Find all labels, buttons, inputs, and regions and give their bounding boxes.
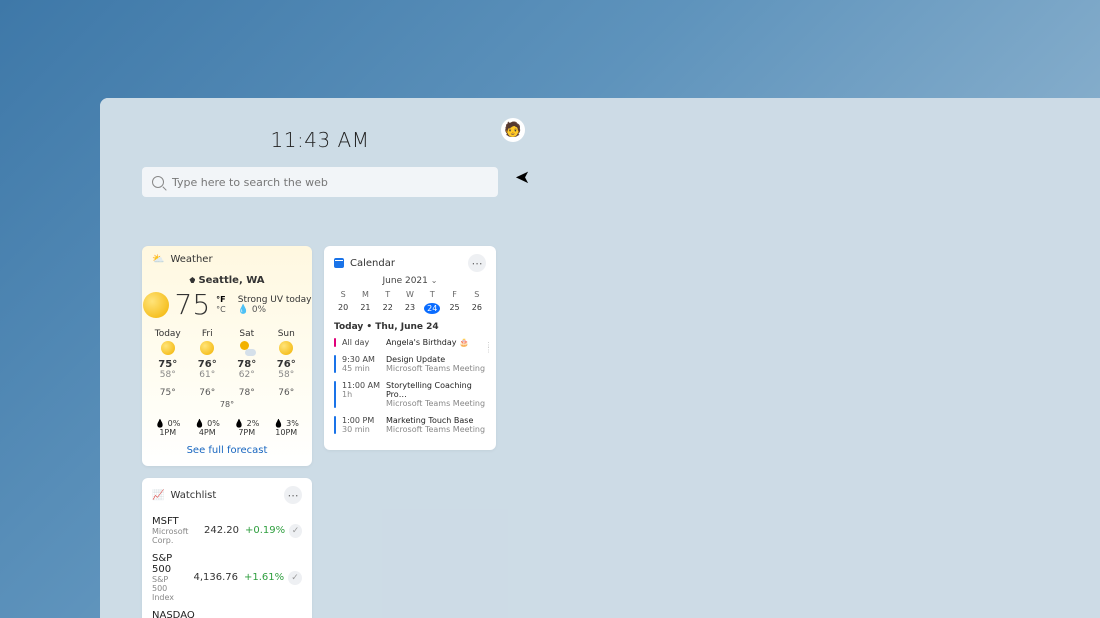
calendar-event[interactable]: 9:30 AM45 minDesign UpdateMicrosoft Team… (324, 353, 496, 379)
calendar-day[interactable]: 22 (380, 303, 396, 314)
search-icon (152, 176, 164, 188)
forecast-day[interactable]: Sun76°58° (269, 329, 303, 380)
weekday-label: W (402, 290, 418, 299)
calendar-day[interactable]: 24 (424, 303, 440, 314)
hourly-temp: 76° (271, 388, 301, 398)
sunny-icon (279, 341, 293, 355)
weather-widget[interactable]: ⛅ Weather Seattle, WA 75 °F °C Strong UV… (142, 246, 312, 466)
unit-f[interactable]: °F (216, 295, 226, 305)
calendar-event[interactable]: 1:00 PM30 minMarketing Touch BaseMicroso… (324, 414, 496, 440)
calendar-day[interactable]: 21 (357, 303, 373, 314)
unit-c[interactable]: °C (216, 305, 226, 315)
calendar-day[interactable]: 23 (402, 303, 418, 314)
weekday-label: S (469, 290, 485, 299)
location-pin-icon (189, 277, 195, 283)
widgets-panel: 🧑 11:43 AM Type here to search the web ⛅… (100, 98, 540, 618)
hourly-temp: 76° (192, 388, 222, 398)
uv-info: Strong UV today 💧 0% (238, 295, 312, 315)
watchlist-icon: 📈 (152, 490, 164, 501)
weather-title: Weather (170, 254, 212, 265)
see-full-forecast-link[interactable]: See full forecast (142, 445, 312, 456)
calendar-month-picker[interactable]: June 2021 ⌄ (324, 276, 496, 290)
calendar-title: Calendar (350, 258, 395, 269)
precip-cell: 3%10PM (274, 419, 299, 437)
precip-cell: 0%4PM (195, 419, 220, 437)
weather-current: 75 °F °C Strong UV today 💧 0% (142, 288, 312, 321)
weekday-label: T (424, 290, 440, 299)
forecast-day[interactable]: Today75°58° (151, 329, 185, 380)
calendar-event[interactable]: All dayAngela's Birthday 🎂 (324, 336, 496, 353)
calendar-resize-handle[interactable]: ⋮⋮ (485, 343, 492, 353)
panel-clock: 11:43 AM (100, 128, 540, 152)
weather-icon: ⛅ (152, 254, 164, 265)
weekday-label: S (335, 290, 351, 299)
watchlist-title: Watchlist (170, 490, 216, 501)
mouse-cursor: ➤ (515, 167, 530, 188)
precip-cell: 2%7PM (234, 419, 259, 437)
hourly-temp: 75° (153, 388, 183, 398)
weekday-label: F (447, 290, 463, 299)
current-temp: 75 (175, 288, 211, 321)
chevron-down-icon: ⌄ (431, 276, 438, 285)
calendar-day[interactable]: 26 (469, 303, 485, 314)
forecast-day[interactable]: Sat78°62° (230, 329, 264, 380)
search-box[interactable]: Type here to search the web (142, 167, 498, 197)
weekday-label: M (357, 290, 373, 299)
forecast-day[interactable]: Fri76°61° (190, 329, 224, 380)
calendar-widget[interactable]: Calendar ⋯ June 2021 ⌄ SMTWTFS 202122232… (324, 246, 496, 450)
pin-icon[interactable]: ✓ (288, 571, 302, 585)
hourly-temp: 78° (232, 388, 262, 398)
calendar-more-button[interactable]: ⋯ (468, 254, 486, 272)
stock-row[interactable]: NASDAQNASDAQ Index13,786.76+0.13%✓ (142, 606, 312, 618)
search-placeholder: Type here to search the web (172, 176, 328, 189)
sunny-icon (200, 341, 214, 355)
watchlist-widget[interactable]: 📈 Watchlist ⋯ MSFTMicrosoft Corp.242.20+… (142, 478, 312, 618)
partly-icon (240, 341, 254, 355)
hourly-extra: 78° (220, 400, 234, 409)
sun-icon (143, 292, 169, 318)
stock-row[interactable]: S&P 500S&P 500 Index4,136.76+1.61%✓ (142, 549, 312, 606)
calendar-icon (334, 258, 344, 268)
pin-icon[interactable]: ✓ (289, 524, 302, 538)
user-avatar[interactable]: 🧑 (501, 118, 525, 142)
calendar-event[interactable]: 11:00 AM1hStorytelling Coaching Pro…Micr… (324, 379, 496, 414)
watchlist-more-button[interactable]: ⋯ (284, 486, 302, 504)
weekday-label: T (380, 290, 396, 299)
weather-location: Seattle, WA (142, 275, 312, 286)
calendar-today-label: Today • Thu, June 24 (324, 314, 496, 336)
stock-row[interactable]: MSFTMicrosoft Corp.242.20+0.19%✓ (142, 512, 312, 549)
calendar-day[interactable]: 20 (335, 303, 351, 314)
precip-cell: 0%1PM (155, 419, 180, 437)
sunny-icon (161, 341, 175, 355)
calendar-day[interactable]: 25 (447, 303, 463, 314)
